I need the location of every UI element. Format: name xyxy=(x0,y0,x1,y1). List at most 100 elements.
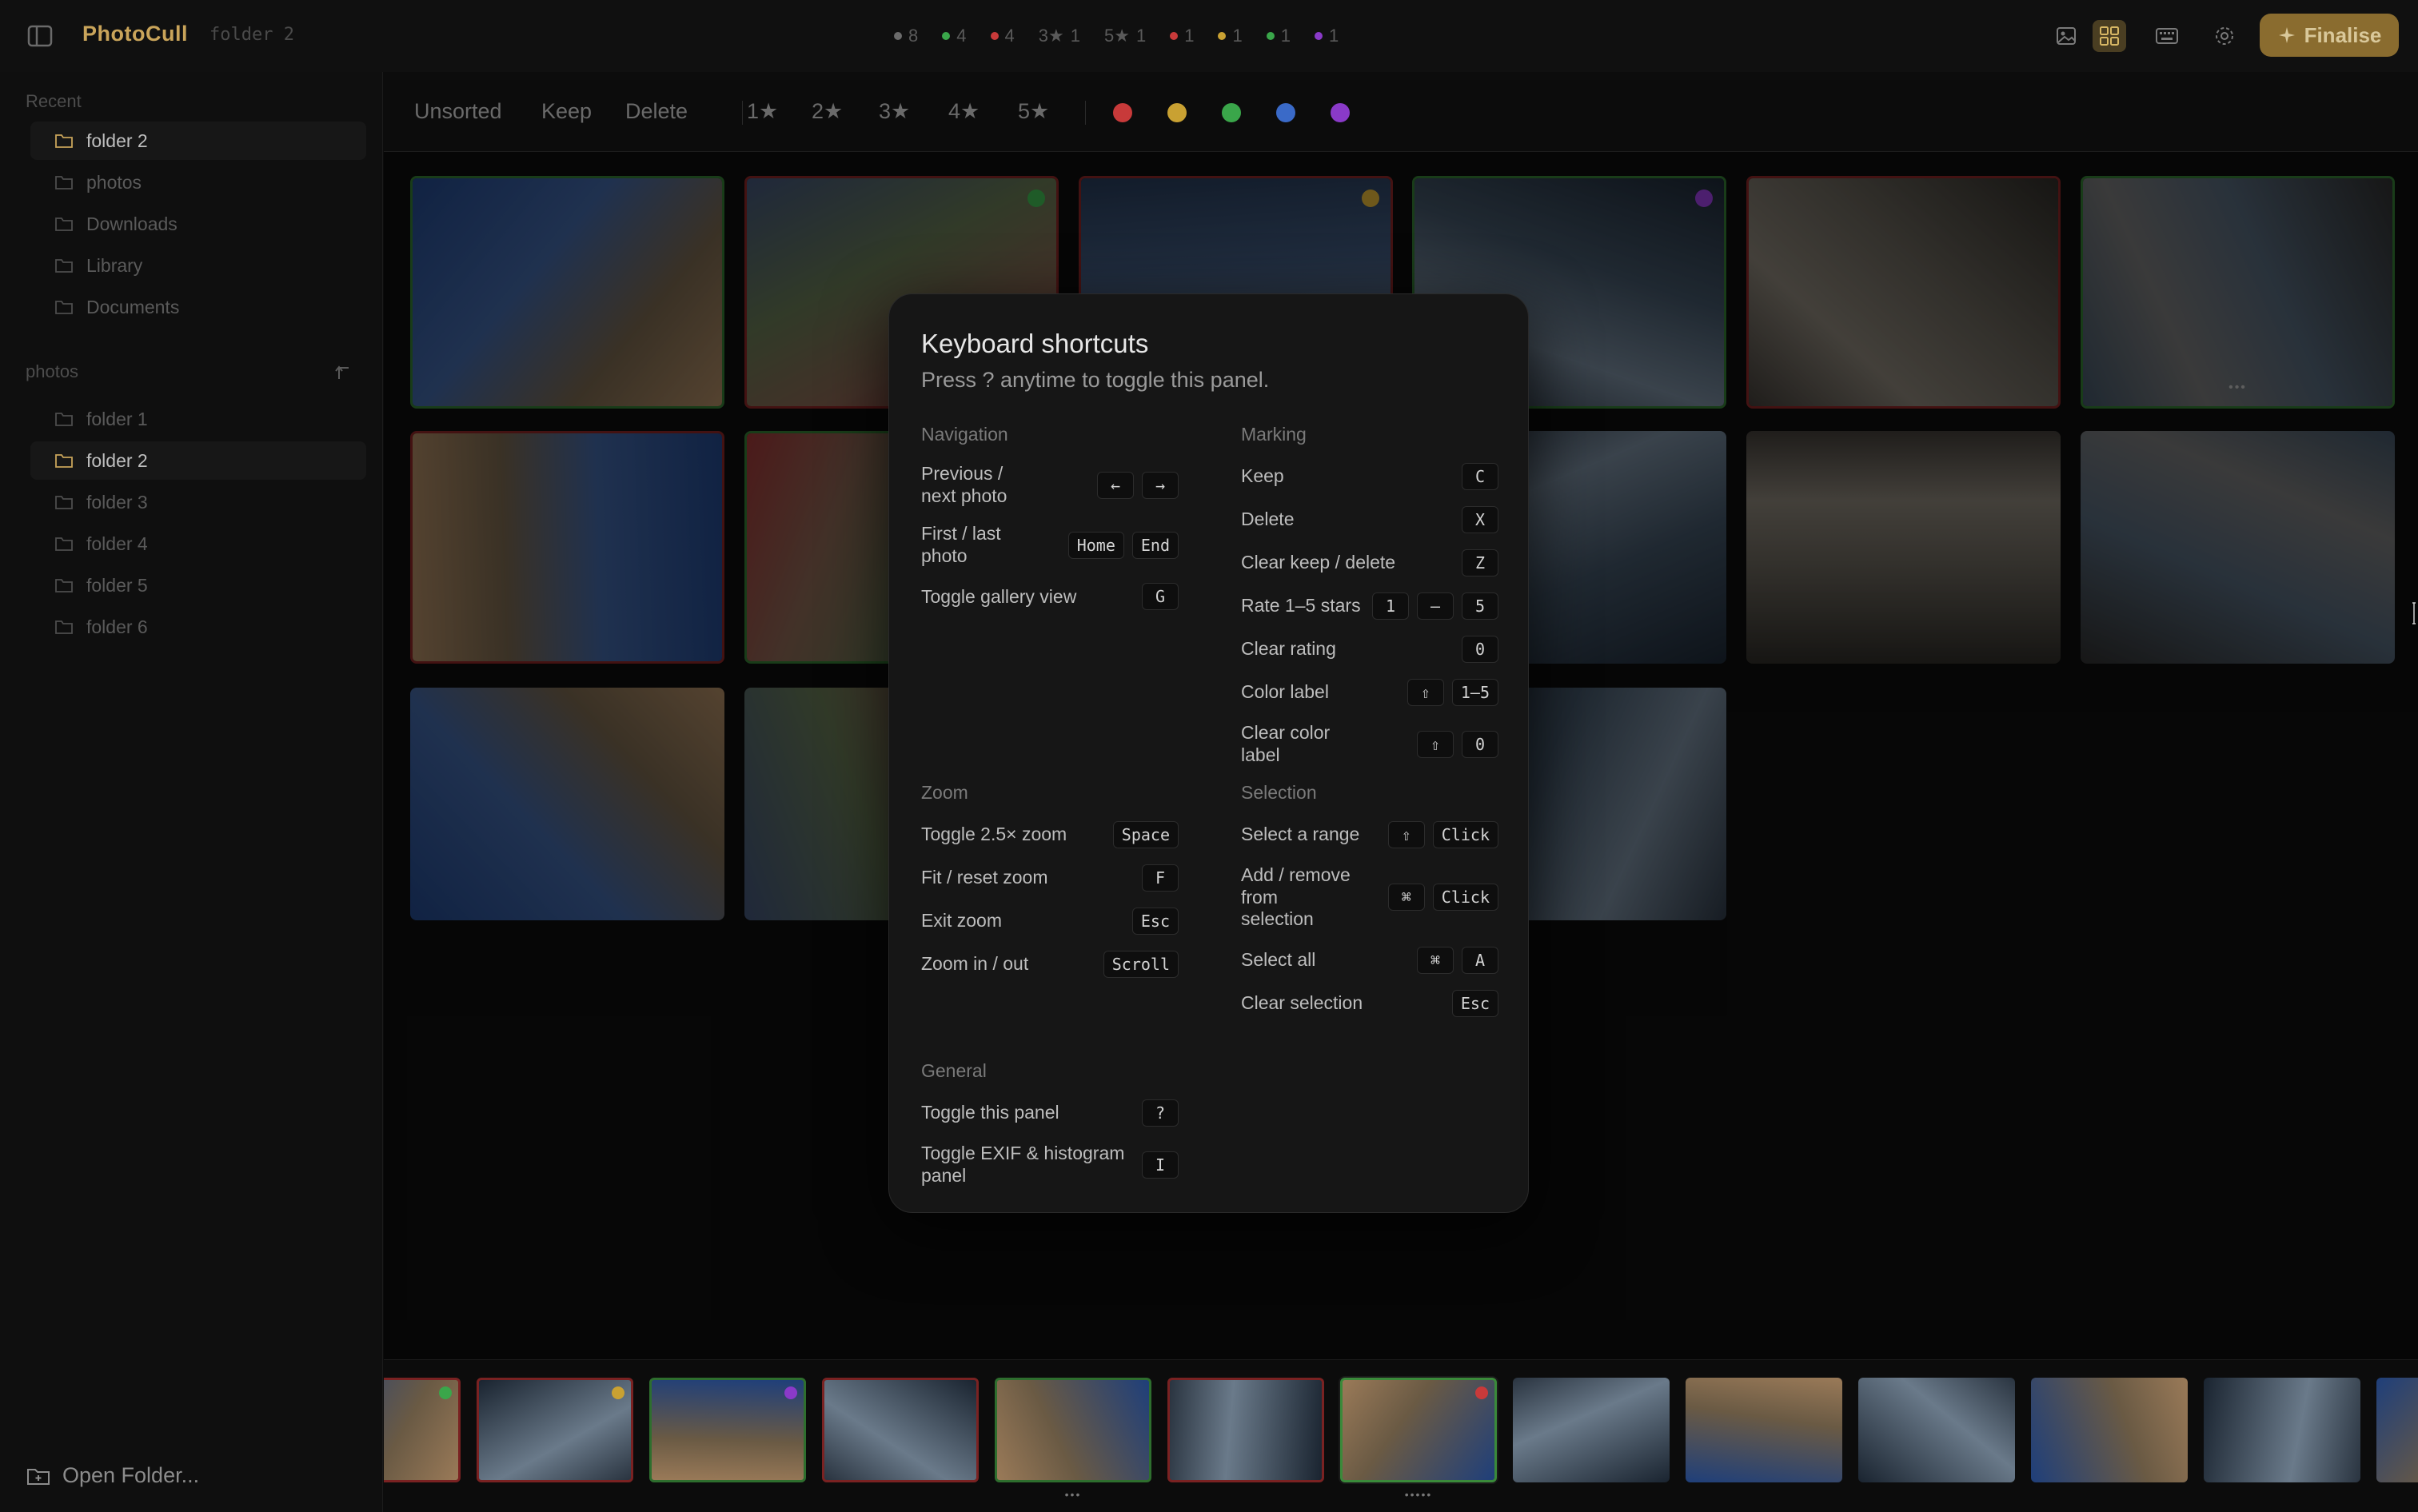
folder-name: Documents xyxy=(86,296,180,317)
gallery-view-icon[interactable] xyxy=(2093,20,2126,52)
filter-rating-5[interactable]: 5★ xyxy=(1018,99,1049,124)
folder-open-icon xyxy=(27,1468,50,1485)
folder-icon xyxy=(55,537,73,551)
filter-color-label[interactable] xyxy=(1222,103,1241,122)
shortcut-section: Marking Keep C Delete X Clear keep / delete Z R… xyxy=(1241,424,1498,782)
app-title: PhotoCull xyxy=(82,22,188,46)
key-cap: 1 xyxy=(1372,592,1409,620)
key-combo: Scroll xyxy=(1103,951,1179,978)
section-heading: Marking xyxy=(1241,424,1307,445)
shortcut-section: General Toggle this panel? Toggle EXIF & h… xyxy=(921,1060,1179,1203)
single-view-icon[interactable] xyxy=(2049,20,2083,52)
parent-folder-icon[interactable] xyxy=(333,361,355,384)
filmstrip-photo[interactable] xyxy=(995,1378,1151,1482)
key-cap: ⇧ xyxy=(1387,821,1425,848)
filter-rating-2[interactable]: 2★ xyxy=(812,99,843,124)
folder-icon xyxy=(55,579,73,592)
key-cap: Esc xyxy=(1451,989,1498,1017)
key-cap: G xyxy=(1142,583,1179,611)
filter-unsorted[interactable]: Unsorted xyxy=(414,99,502,124)
filter-color-label[interactable] xyxy=(1113,103,1132,122)
open-folder-button[interactable]: Open Folder... xyxy=(26,1463,199,1488)
key-combo: Space xyxy=(1112,821,1179,848)
filter-color-label[interactable] xyxy=(1331,103,1350,122)
tree-folder-item[interactable]: folder 1 xyxy=(30,400,366,438)
stat-count: 1 xyxy=(1070,26,1080,46)
tree-folder-item[interactable]: folder 5 xyxy=(30,566,366,604)
key-combo: ⇧ 0 xyxy=(1417,730,1498,758)
filmstrip-photo[interactable] xyxy=(2204,1378,2360,1482)
keyboard-icon[interactable] xyxy=(2150,20,2184,52)
shortcut-row: Clear selection Esc xyxy=(1241,989,1498,1017)
stat-rating: 5★ xyxy=(1103,26,1130,46)
tree-heading: photos xyxy=(26,361,79,381)
folder-icon xyxy=(55,454,73,468)
key-combo: C xyxy=(1462,463,1498,490)
key-cap: C xyxy=(1462,463,1498,490)
filter-delete[interactable]: Delete xyxy=(625,99,688,124)
recent-folder-item[interactable]: Downloads xyxy=(30,205,366,243)
finalise-button[interactable]: Finalise xyxy=(2260,14,2399,57)
recent-folder-item[interactable]: Library xyxy=(30,246,366,285)
tree-folder-item[interactable]: folder 2 xyxy=(30,441,366,480)
stat-item: 1 xyxy=(1266,24,1291,48)
folder-name: folder 4 xyxy=(86,533,148,554)
key-cap: Click xyxy=(1432,821,1498,848)
tree-folder-item[interactable]: folder 4 xyxy=(30,525,366,563)
key-cap: ? xyxy=(1142,1099,1179,1127)
stat-count: 1 xyxy=(1232,26,1243,46)
filmstrip-photo[interactable] xyxy=(1167,1378,1324,1482)
key-combo: ← → xyxy=(1097,471,1179,499)
tree-folder-item[interactable]: folder 3 xyxy=(30,483,366,521)
filmstrip-photo[interactable] xyxy=(1858,1378,2015,1482)
filmstrip-photo[interactable] xyxy=(1686,1378,1842,1482)
filter-rating-4[interactable]: 4★ xyxy=(948,99,980,124)
sidebar-toggle-icon[interactable] xyxy=(26,22,54,50)
shortcut-description: First / last photo xyxy=(921,523,1001,566)
filmstrip-photo[interactable] xyxy=(2031,1378,2188,1482)
section-heading: General xyxy=(921,1060,987,1081)
section-heading: Selection xyxy=(1241,782,1317,803)
stat-item: 4 xyxy=(942,24,967,48)
key-cap: I xyxy=(1142,1151,1179,1179)
filmstrip-photo[interactable] xyxy=(1340,1378,1497,1482)
key-cap: ⇧ xyxy=(1417,730,1454,758)
filmstrip-photo[interactable] xyxy=(477,1378,633,1482)
filter-rating-1[interactable]: 1★ xyxy=(747,99,778,124)
filter-bar: Unsorted Keep Delete 1★ 2★ 3★ 4★ 5★ xyxy=(384,77,2418,152)
folder-name: folder 2 xyxy=(86,449,148,471)
key-cap: ← xyxy=(1097,471,1134,499)
key-combo: 1–5 xyxy=(1372,592,1498,620)
shortcut-description: Clear keep / delete xyxy=(1241,552,1396,573)
stat-count: 1 xyxy=(1135,26,1147,46)
shortcut-description: Exit zoom xyxy=(921,910,1002,932)
filmstrip-photo[interactable] xyxy=(649,1378,806,1482)
filmstrip-photo[interactable] xyxy=(384,1378,461,1482)
recent-folder-item[interactable]: photos xyxy=(30,163,366,201)
recent-folder-item[interactable]: Documents xyxy=(30,288,366,326)
filter-keep[interactable]: Keep xyxy=(541,99,592,124)
key-cap: Space xyxy=(1112,821,1179,848)
rating-dots: ••• xyxy=(1064,1488,1082,1501)
recent-folder-item[interactable]: folder 2 xyxy=(30,122,366,160)
shortcut-row: Exit zoom Esc xyxy=(921,908,1179,935)
filmstrip-photo[interactable] xyxy=(2376,1378,2418,1482)
shortcut-description: Clear color label xyxy=(1241,722,1331,765)
gear-icon[interactable] xyxy=(2208,20,2241,52)
key-combo: F xyxy=(1142,864,1179,892)
filter-divider xyxy=(1085,101,1086,125)
shortcut-row: Delete X xyxy=(1241,506,1498,533)
filter-divider xyxy=(742,101,743,125)
filmstrip-photo[interactable] xyxy=(1513,1378,1670,1482)
tree-folder-item[interactable]: folder 6 xyxy=(30,608,366,646)
stat-count: 1 xyxy=(1280,26,1291,46)
key-cap: 1–5 xyxy=(1451,679,1498,706)
shortcut-row: Toggle this panel? xyxy=(921,1099,1179,1127)
shortcut-row: Rate 1–5 stars 1–5 xyxy=(1241,592,1498,620)
filter-color-label[interactable] xyxy=(1276,103,1295,122)
filter-color-label[interactable] xyxy=(1167,103,1187,122)
filmstrip-photo[interactable] xyxy=(822,1378,979,1482)
filter-rating-3[interactable]: 3★ xyxy=(879,99,910,124)
stat-item: 8 xyxy=(894,24,918,48)
shortcut-row: Color label ⇧ 1–5 xyxy=(1241,679,1498,706)
